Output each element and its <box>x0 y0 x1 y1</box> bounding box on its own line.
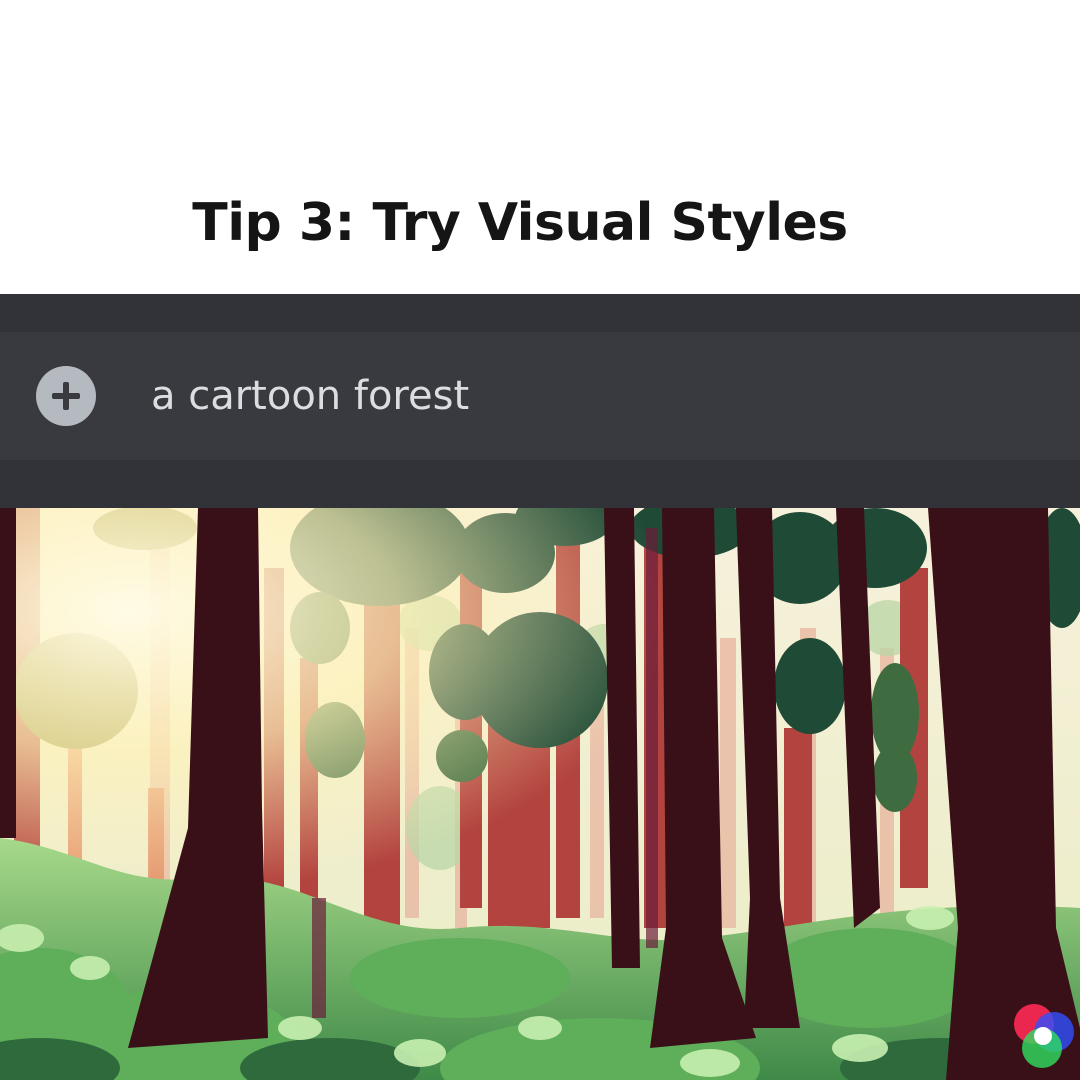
chat-panel: a cartoon forest <box>0 294 1080 508</box>
generated-image <box>0 508 1080 1080</box>
plus-circle-icon <box>52 382 80 410</box>
message-input[interactable]: a cartoon forest <box>151 368 469 424</box>
page-title: Tip 3: Try Visual Styles <box>192 193 848 253</box>
header-area: Tip 3: Try Visual Styles <box>0 0 1080 294</box>
rgb-circles-logo-icon <box>1002 996 1080 1080</box>
cartoon-forest-illustration <box>0 508 1080 1080</box>
message-input-bar[interactable]: a cartoon forest <box>0 332 1080 460</box>
add-attachment-button[interactable] <box>36 366 96 426</box>
